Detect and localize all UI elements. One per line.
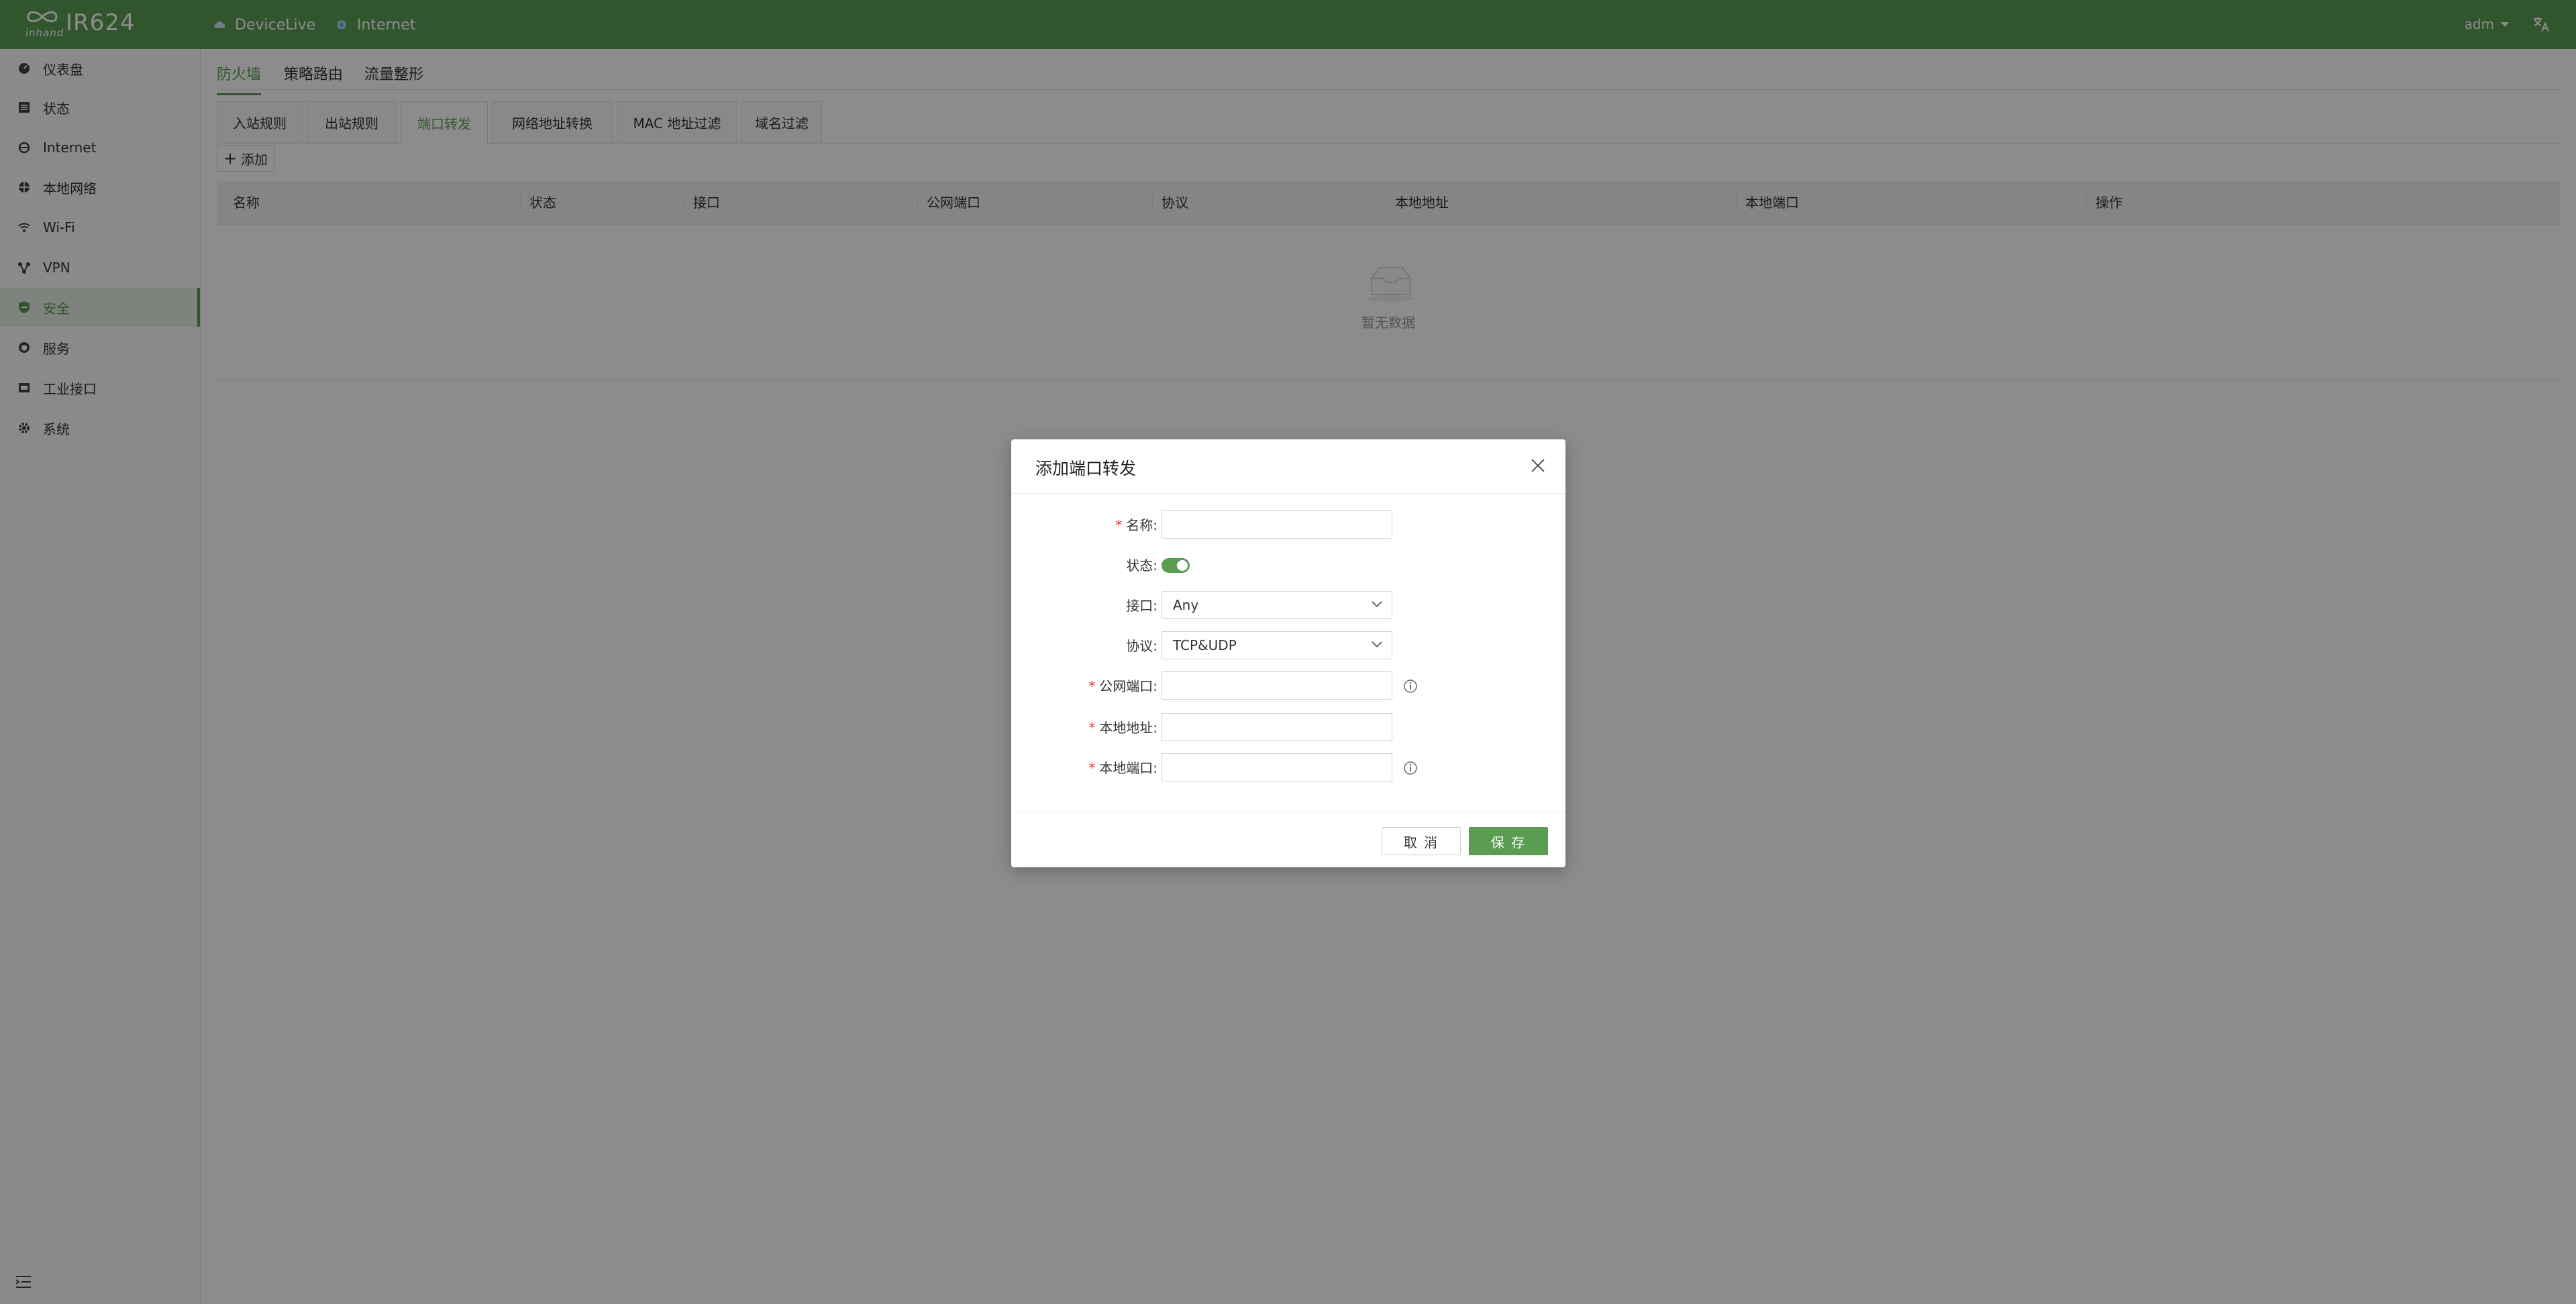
interface-selected-value: Any [1173, 597, 1199, 613]
info-icon[interactable] [1403, 761, 1418, 775]
required-mark: * [1088, 760, 1096, 776]
dialog-header: 添加端口转发 [1011, 439, 1565, 494]
required-mark: * [1088, 720, 1096, 736]
status-toggle[interactable] [1162, 558, 1190, 573]
public-port-input[interactable] [1162, 671, 1392, 700]
status-label: 状态: [1126, 557, 1157, 574]
close-icon[interactable] [1531, 458, 1545, 473]
add-port-forward-dialog: 添加端口转发 * 名称: 状态: 接口: Any 协议: TCP&UDP * 公网端… [1011, 439, 1565, 867]
form-row-interface: 接口: Any [1011, 591, 1565, 620]
dialog-title: 添加端口转发 [1035, 459, 1137, 478]
required-mark: * [1115, 517, 1123, 533]
cancel-button[interactable]: 取 消 [1382, 827, 1461, 855]
chevron-down-icon [1372, 601, 1382, 608]
form-row-status: 状态: [1011, 551, 1565, 580]
info-icon[interactable] [1403, 679, 1418, 694]
form-row-protocol: 协议: TCP&UDP [1011, 631, 1565, 661]
protocol-selected-value: TCP&UDP [1173, 637, 1237, 653]
chevron-down-icon [1372, 641, 1382, 648]
local-address-label: * 本地地址: [1088, 720, 1157, 736]
local-port-label: * 本地端口: [1088, 760, 1157, 776]
dialog-footer: 取 消 保 存 [1011, 812, 1565, 868]
protocol-select[interactable]: TCP&UDP [1162, 631, 1392, 659]
name-label: * 名称: [1115, 517, 1157, 533]
interface-select[interactable]: Any [1162, 591, 1392, 619]
local-port-input[interactable] [1162, 753, 1392, 781]
form-row-name: * 名称: [1011, 510, 1565, 540]
toggle-knob [1177, 560, 1188, 571]
form-row-local-port: * 本地端口: [1011, 753, 1565, 783]
form-row-public-port: * 公网端口: [1011, 671, 1565, 701]
local-address-input[interactable] [1162, 713, 1392, 741]
interface-label: 接口: [1126, 598, 1157, 614]
name-input[interactable] [1162, 510, 1392, 539]
protocol-label: 协议: [1126, 638, 1157, 654]
public-port-label: * 公网端口: [1088, 678, 1157, 694]
save-button[interactable]: 保 存 [1469, 827, 1548, 855]
required-mark: * [1088, 678, 1096, 694]
form-row-local-address: * 本地地址: [1011, 713, 1565, 743]
